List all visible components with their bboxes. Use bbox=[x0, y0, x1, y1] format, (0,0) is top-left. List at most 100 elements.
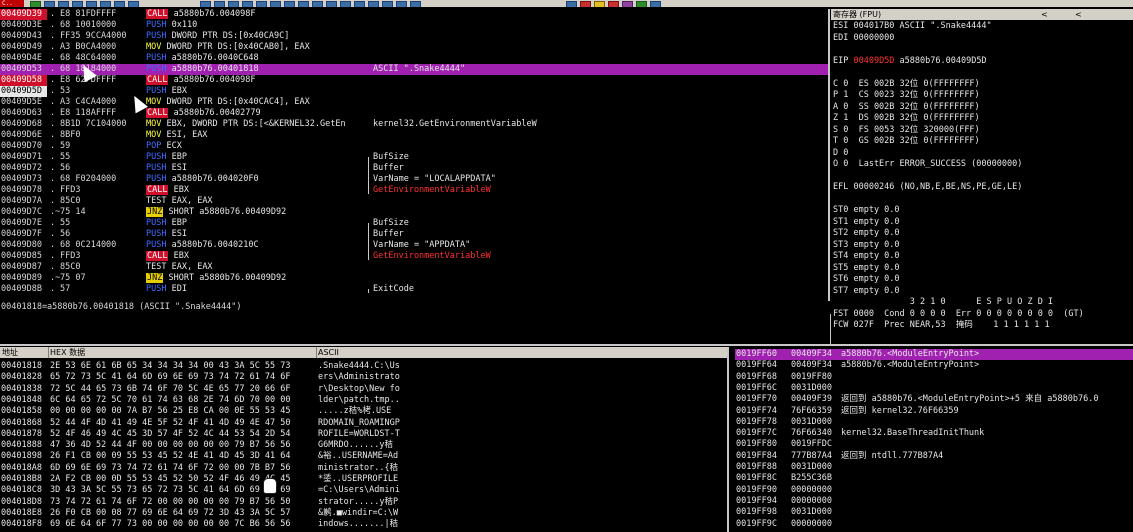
disasm-row[interactable]: 00409D87. 85C0 TEST EAX, EAX bbox=[0, 262, 828, 273]
disasm-row[interactable]: 00409D8B. 57 PUSH EDI ExitCode bbox=[0, 284, 828, 295]
register-line[interactable]: ST5 empty 0.0 bbox=[833, 263, 900, 274]
stack-value[interactable]: 0031D000 bbox=[791, 383, 832, 394]
disasm-row[interactable]: 00409D78. FFD3 CALL EBX GetEnvironmentVaria… bbox=[0, 185, 828, 196]
disasm-address[interactable]: 00409D68 bbox=[0, 119, 47, 130]
disasm-row[interactable]: 00409D5D. 53 PUSH EBX bbox=[0, 86, 828, 97]
pane-divider[interactable] bbox=[0, 344, 1133, 346]
dump-ascii[interactable]: indows.......|秸 bbox=[318, 519, 398, 530]
stack-row[interactable]: 0019FF68 0019FF80 bbox=[735, 372, 1133, 383]
disasm-instruction[interactable]: JNZ SHORT a5880b76.00409D92 bbox=[146, 207, 286, 218]
disasm-row[interactable]: 00409D58. E8 62FDFFFF CALL a5880b76.004098… bbox=[0, 75, 828, 86]
disasm-instruction[interactable]: PUSH a5880b76.00401818 bbox=[146, 64, 259, 75]
stack-pane[interactable]: 0019FF60 00409F34 a5880b76.<ModuleEntryPoi… bbox=[735, 347, 1133, 532]
list-button[interactable] bbox=[396, 1, 407, 7]
disasm-row[interactable]: 00409D53. 68 18184000 PUSH a5880b76.004018… bbox=[0, 64, 828, 75]
plugin-button-5[interactable] bbox=[622, 1, 633, 7]
dump-ascii[interactable]: .....z秸%栲.USE bbox=[318, 406, 391, 417]
disasm-address[interactable]: 00409D80 bbox=[0, 240, 47, 251]
dump-address[interactable]: 00401838 bbox=[1, 384, 42, 395]
stack-row[interactable]: 0019FF78 0031D000 bbox=[735, 417, 1133, 428]
plugin-button-2[interactable] bbox=[580, 1, 591, 7]
disasm-instruction[interactable]: CALL a5880b76.004098F bbox=[146, 9, 256, 20]
register-line[interactable]: ST0 empty 0.0 bbox=[833, 205, 900, 216]
stack-row[interactable]: 0019FF64 00409F34 a5880b76.<ModuleEntryPoi… bbox=[735, 360, 1133, 371]
dump-hex[interactable]: 52 44 4F 4D 41 49 4E 5F 52 4F 41 4D 49 4… bbox=[50, 418, 291, 429]
dump-col-ascii[interactable]: ASCII bbox=[316, 347, 727, 358]
registers-nav-right[interactable]: < bbox=[1073, 9, 1082, 20]
plugin-button-1[interactable] bbox=[566, 1, 577, 7]
disasm-instruction[interactable]: POP ECX bbox=[146, 141, 182, 152]
disasm-row[interactable]: 00409D7E. 55 PUSH EBP BufSize bbox=[0, 218, 828, 229]
stack-row[interactable]: 0019FF88 0031D000 bbox=[735, 462, 1133, 473]
dump-ascii[interactable]: =C:\Users\Admini bbox=[318, 485, 400, 496]
disasm-instruction[interactable]: PUSH a5880b76.0040210C bbox=[146, 240, 259, 251]
stack-value[interactable]: 0019FF80 bbox=[791, 372, 832, 383]
breakpoints-window-button[interactable] bbox=[326, 1, 337, 7]
stack-value[interactable]: 777B87A4 bbox=[791, 451, 832, 462]
disasm-row[interactable]: 00409D43. FF35 9CCA4000 PUSH DWORD PTR DS:… bbox=[0, 31, 828, 42]
dump-address[interactable]: 00401878 bbox=[1, 429, 42, 440]
disasm-address[interactable]: 00409D7E bbox=[0, 218, 47, 229]
run-trace-button[interactable] bbox=[354, 1, 365, 7]
dump-address[interactable]: 00401848 bbox=[1, 395, 42, 406]
registers-pane[interactable]: 寄存器 (FPU) < < ESI 004017B0 ASCII ".Snake… bbox=[831, 9, 1133, 344]
dump-address[interactable]: 00401868 bbox=[1, 418, 42, 429]
disasm-instruction[interactable]: CALL a5880b76.004098F bbox=[146, 75, 256, 86]
stack-address[interactable]: 0019FF6C bbox=[736, 383, 777, 394]
disasm-instruction[interactable]: PUSH 0x110 bbox=[146, 20, 197, 31]
disasm-address[interactable]: 00409D72 bbox=[0, 163, 47, 174]
step-into-button[interactable] bbox=[44, 1, 55, 7]
disasm-row[interactable]: 00409D5E. A3 C4CA4000 MOV DWORD PTR DS:[0x… bbox=[0, 97, 828, 108]
register-line[interactable]: FCW 027F Prec NEAR,53 掩码 1 1 1 1 1 1 bbox=[833, 320, 1050, 331]
disasm-address[interactable]: 00409D4E bbox=[0, 53, 47, 64]
register-line[interactable]: EIP 00409D5D a5880b76.00409D5D bbox=[833, 56, 987, 67]
source-button[interactable] bbox=[368, 1, 379, 7]
register-line[interactable]: D 0 bbox=[833, 148, 848, 159]
stack-value[interactable]: 00000000 bbox=[791, 485, 832, 496]
dump-row[interactable]: 004018D8 73 74 72 61 74 6F 72 00 00 00 00… bbox=[0, 497, 727, 508]
dump-hex[interactable]: 6C 64 65 72 5C 70 61 74 63 68 2E 74 6D 7… bbox=[50, 395, 291, 406]
dump-row[interactable]: 004018E8 26 F0 CB 00 08 77 69 6E 64 69 72… bbox=[0, 508, 727, 519]
dump-col-hex[interactable]: HEX 数据 bbox=[48, 347, 317, 358]
dump-row[interactable]: 00401848 6C 64 65 72 5C 70 61 74 63 68 2E… bbox=[0, 395, 727, 406]
dump-hex[interactable]: 3D 43 3A 5C 55 73 65 72 73 5C 41 64 6D 6… bbox=[50, 485, 291, 496]
dump-row[interactable]: 004018A8 6D 69 6E 69 73 74 72 61 74 6F 72… bbox=[0, 463, 727, 474]
stack-row[interactable]: 0019FF8C B255C36B bbox=[735, 473, 1133, 484]
dump-address[interactable]: 004018D8 bbox=[1, 497, 42, 508]
stack-address[interactable]: 0019FF70 bbox=[736, 394, 777, 405]
disasm-address[interactable]: 00409D5D bbox=[0, 86, 47, 97]
disasm-row[interactable]: 00409D63. E8 118AFFFF CALL a5880b76.004027… bbox=[0, 108, 828, 119]
register-line[interactable]: C 0 ES 002B 32位 0(FFFFFFFF) bbox=[833, 79, 980, 90]
register-line[interactable]: ESI 004017B0 ASCII ".Snake4444" bbox=[833, 21, 992, 32]
disasm-address[interactable]: 00409D6E bbox=[0, 130, 47, 141]
stack-value[interactable]: 0019FFDC bbox=[791, 439, 832, 450]
dump-hex[interactable]: 26 F1 CB 00 09 55 53 45 52 4E 41 4D 45 3… bbox=[50, 451, 291, 462]
dump-row[interactable]: 00401878 52 4F 46 49 4C 45 3D 57 4F 52 4C… bbox=[0, 429, 727, 440]
dump-ascii[interactable]: ministrator..{秸 bbox=[318, 463, 398, 474]
disasm-address[interactable]: 00409D63 bbox=[0, 108, 47, 119]
registers-nav-left[interactable]: < bbox=[1039, 9, 1048, 20]
stack-address[interactable]: 0019FF98 bbox=[736, 507, 777, 518]
stack-address[interactable]: 0019FF60 bbox=[736, 349, 777, 360]
disasm-address[interactable]: 00409D71 bbox=[0, 152, 47, 163]
dump-hex[interactable]: 2E 53 6E 61 6B 65 34 34 34 34 00 43 3A 5… bbox=[50, 361, 291, 372]
disasm-row[interactable]: 00409D68. 8B1D 7C104000 MOV EBX, DWORD PTR… bbox=[0, 119, 828, 130]
stack-value[interactable]: 76F66359 bbox=[791, 406, 832, 417]
disasm-row[interactable]: 00409D71. 55 PUSH EBP BufSize bbox=[0, 152, 828, 163]
disasm-address[interactable]: 00409D78 bbox=[0, 185, 47, 196]
disasm-row[interactable]: 00409D73. 68 F0204000 PUSH a5880b76.004020… bbox=[0, 174, 828, 185]
disasm-instruction[interactable]: PUSH EDI bbox=[146, 284, 187, 295]
dump-address[interactable]: 004018B8 bbox=[1, 474, 42, 485]
dump-hex[interactable]: 65 72 73 5C 41 64 6D 69 6E 69 73 74 72 6… bbox=[50, 372, 291, 383]
disasm-address[interactable]: 00409D70 bbox=[0, 141, 47, 152]
disasm-instruction[interactable]: PUSH a5880b76.0040C648 bbox=[146, 53, 259, 64]
close-button[interactable] bbox=[128, 1, 139, 7]
disasm-instruction[interactable]: PUSH ESI bbox=[146, 229, 187, 240]
stack-row[interactable]: 0019FF80 0019FFDC bbox=[735, 439, 1133, 450]
dump-ascii[interactable]: *鋈..USERPROFILE bbox=[318, 474, 398, 485]
stack-value[interactable]: 00000000 bbox=[791, 496, 832, 507]
dump-ascii[interactable]: &裕..USERNAME=Ad bbox=[318, 451, 398, 462]
stack-value[interactable]: 0031D000 bbox=[791, 417, 832, 428]
disasm-instruction[interactable]: PUSH ESI bbox=[146, 163, 187, 174]
register-line[interactable]: FST 0000 Cond 0 0 0 0 Err 0 0 0 0 0 0 0 … bbox=[833, 309, 1084, 320]
